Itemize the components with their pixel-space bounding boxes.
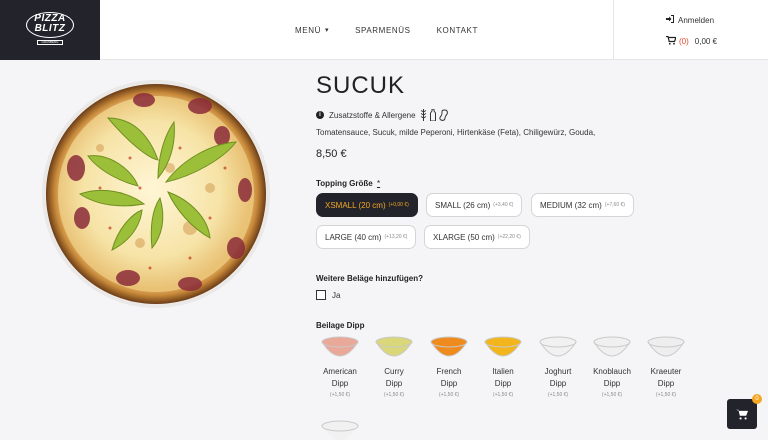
cart-icon (736, 409, 748, 420)
dip-bowl-image (593, 336, 631, 357)
login-label: Anmelden (678, 15, 715, 25)
product-price: 8,50 € (316, 148, 347, 160)
cart-badge: 0 (752, 394, 762, 404)
product-image (40, 78, 272, 310)
topping-size-heading: Topping Größe (316, 179, 373, 188)
dip-price: (+1,50 €) (601, 392, 623, 398)
dip-bowl-image (484, 336, 522, 357)
size-option-label: LARGE (40 cm) (325, 232, 382, 242)
milk-bottle-icon (429, 109, 436, 121)
login-link[interactable]: Anmelden (666, 15, 714, 25)
size-option-extra: (+22,20 €) (497, 234, 521, 240)
topping-size-label: Topping Größe * (316, 179, 380, 188)
dip-bowl-image (375, 336, 413, 357)
required-mark: * (376, 179, 381, 188)
nav-item-menu[interactable]: MENÜ ▾ (295, 26, 329, 35)
dip-price: (+1,50 €) (438, 392, 460, 398)
nav-item-kontakt[interactable]: KONTAKT (437, 26, 478, 35)
logo-mark: PIZZA BLITZ GRASBERG (22, 11, 78, 49)
pizza-image (42, 80, 270, 308)
size-option-xlarge[interactable]: XLARGE (50 cm) (+22,20 €) (424, 225, 530, 249)
size-option-label: XSMALL (20 cm) (325, 200, 386, 210)
size-option-xsmall[interactable]: XSMALL (20 cm) (+0,00 €) (316, 193, 418, 217)
dip-joghurt[interactable]: Joghurt Dipp (+1,50 €) (534, 336, 582, 398)
nav-item-sparmenus[interactable]: SPARMENÜS (355, 26, 410, 35)
dip-price: (+1,50 €) (547, 392, 569, 398)
dip-french[interactable]: French Dipp (+1,50 €) (425, 336, 473, 398)
dip-bowl-image (321, 420, 359, 440)
header: PIZZA BLITZ GRASBERG MENÜ ▾ SPARMENÜS KO… (0, 0, 768, 60)
allergens-link[interactable]: i Zusatzstoffe & Allergene (316, 109, 452, 121)
dip-name: Joghurt Dipp (544, 367, 572, 388)
dip-name: American Dipp (323, 367, 357, 388)
extra-toppings-checkbox[interactable] (316, 290, 326, 300)
dip-knoblauch[interactable]: Knoblauch Dipp (+1,50 €) (588, 336, 636, 398)
cart-icon (666, 35, 677, 47)
product-title: SUCUK (316, 72, 406, 99)
dip-name: Kraeuter Dipp (650, 367, 682, 388)
info-icon: i (316, 111, 324, 119)
header-account-area: Anmelden (0) 0,00 € (613, 0, 768, 60)
peanut-icon (438, 109, 448, 121)
dip-price: (+1,50 €) (329, 392, 351, 398)
size-option-medium[interactable]: MEDIUM (32 cm) (+7,60 €) (531, 193, 634, 217)
size-option-extra: (+13,20 €) (384, 234, 408, 240)
dip-bowl-image (430, 336, 468, 357)
cart-total: 0,00 € (694, 37, 718, 46)
size-option-extra: (+3,40 €) (493, 202, 514, 208)
extra-toppings-option[interactable]: Ja (316, 290, 340, 300)
dip-american[interactable]: American Dipp (+1,50 €) (316, 336, 364, 398)
logo-subline: GRASBERG (37, 40, 63, 45)
allergens-label: Zusatzstoffe & Allergene (329, 110, 416, 120)
size-option-small[interactable]: SMALL (26 cm) (+3,40 €) (426, 193, 523, 217)
dip-italien[interactable]: Italien Dipp (+1,50 €) (479, 336, 527, 398)
size-option-label: XLARGE (50 cm) (433, 232, 495, 242)
dip-bowl-image (647, 336, 685, 357)
dip-more[interactable] (316, 420, 364, 440)
dip-name: Italien Dipp (492, 367, 514, 388)
dip-bowl-image (539, 336, 577, 357)
allergen-icons (420, 109, 452, 121)
dip-name: Knoblauch Dipp (593, 367, 631, 388)
main-nav: MENÜ ▾ SPARMENÜS KONTAKT (295, 0, 504, 60)
size-option-label: SMALL (26 cm) (435, 200, 491, 210)
dip-name: French Dipp (436, 367, 462, 388)
size-option-label: MEDIUM (32 cm) (540, 200, 602, 210)
size-option-large[interactable]: LARGE (40 cm) (+13,20 €) (316, 225, 417, 249)
size-option-extra: (+0,00 €) (388, 202, 409, 208)
dip-price: (+1,50 €) (655, 392, 677, 398)
nav-item-label: KONTAKT (436, 25, 478, 35)
header-cart[interactable]: (0) 0,00 € (666, 35, 718, 47)
extra-toppings-label: Weitere Beläge hinzufügen? (316, 274, 423, 283)
product-ingredients: Tomatensauce, Sucuk, milde Peperoni, Hir… (316, 128, 596, 137)
dip-bowl-image (321, 336, 359, 357)
login-icon (666, 15, 675, 25)
dip-price: (+1,50 €) (492, 392, 514, 398)
dip-curry[interactable]: Curry Dipp (+1,50 €) (370, 336, 418, 398)
size-option-extra: (+7,60 €) (604, 202, 625, 208)
cart-count: (0) (679, 37, 689, 46)
brand-logo[interactable]: PIZZA BLITZ GRASBERG (0, 0, 100, 60)
checkbox-label: Ja (332, 290, 341, 300)
floating-cart-button[interactable]: 0 (727, 394, 762, 429)
logo-line2: BLITZ (34, 23, 66, 34)
dips-label: Beilage Dipp (316, 321, 365, 330)
chevron-down-icon: ▾ (324, 27, 330, 34)
dip-price: (+1,50 €) (383, 392, 405, 398)
nav-item-label: SPARMENÜS (355, 25, 411, 35)
dip-kraeuter[interactable]: Kraeuter Dipp (+1,50 €) (642, 336, 690, 398)
nav-item-label: MENÜ (295, 25, 321, 35)
dip-name: Curry Dipp (384, 367, 404, 388)
wheat-icon (420, 109, 426, 121)
